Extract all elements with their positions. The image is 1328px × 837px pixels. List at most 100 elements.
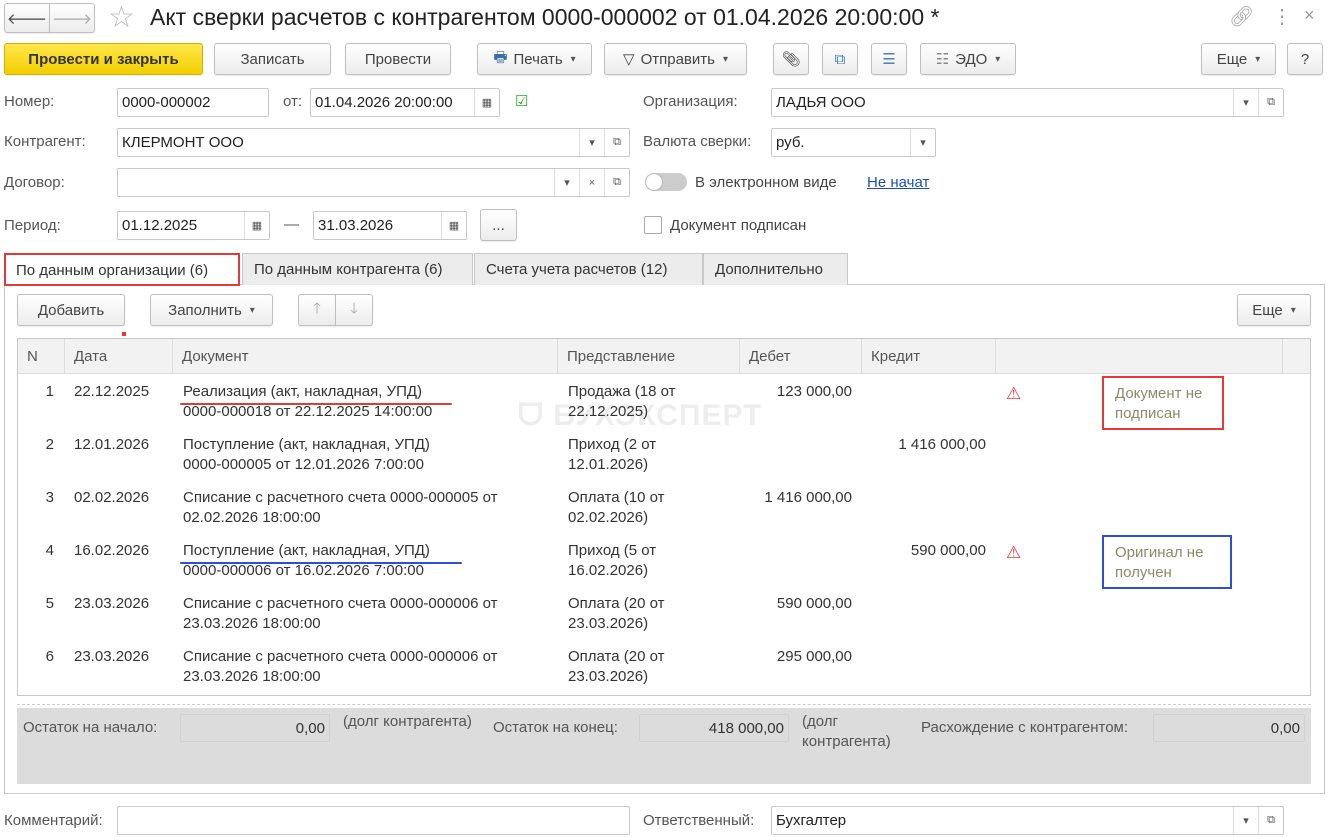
number-label: Номер: [4, 93, 55, 110]
counterparty-value: КЛЕРМОНТ ООО [122, 134, 244, 151]
back-button[interactable]: 🡐 [4, 3, 50, 33]
post-button[interactable]: Провести [345, 43, 451, 75]
row-document[interactable]: Списание с расчетного счета 0000-000006 … [183, 594, 498, 634]
row-document[interactable]: Реализация (акт, накладная, УПД) 0000-000… [183, 382, 432, 422]
open-icon[interactable]: ⧉ [1258, 807, 1283, 834]
period-label: Период: [4, 217, 61, 234]
link-icon[interactable]: 🔗︎ [1229, 4, 1254, 29]
calendar-icon[interactable]: ▦ [244, 212, 269, 239]
edo-icon: ☷ [935, 51, 950, 68]
table-more-button[interactable]: Еще [1237, 294, 1311, 326]
help-button[interactable]: ? [1287, 43, 1323, 75]
contract-field[interactable]: ▾ × ⧉ [117, 168, 630, 197]
tab-organization-data[interactable]: По данным организации (6) [4, 253, 240, 286]
post-and-close-button[interactable]: Провести и закрыть [4, 43, 203, 75]
reconciliation-table[interactable]: N Дата Документ Представление Дебет Кред… [17, 338, 1311, 696]
arrow-down-icon: 🡓 [350, 299, 358, 317]
table-row[interactable]: 3 02.02.2026 Списание с расчетного счета… [18, 482, 1310, 535]
period-select-button[interactable]: ... [480, 209, 517, 241]
table-row[interactable]: 5 23.03.2026 Списание с расчетного счета… [18, 588, 1310, 641]
fill-button[interactable]: Заполнить [150, 294, 273, 326]
arrow-up-icon: 🡑 [313, 299, 321, 317]
underline-mark [180, 562, 462, 564]
open-icon[interactable]: ⧉ [604, 129, 629, 156]
contract-label: Договор: [4, 174, 65, 191]
star-icon[interactable]: ☆ [108, 0, 135, 35]
col-n[interactable]: N [18, 339, 65, 374]
responsible-label: Ответственный: [643, 812, 755, 829]
table-row[interactable]: 2 12.01.2026 Поступление (акт, накладная… [18, 429, 1310, 482]
document-title: Списание с расчетного счета 0000-000005 … [183, 489, 498, 506]
edo-button[interactable]: ☷ ЭДО [920, 43, 1016, 75]
document-number: 23.03.2026 18:00:00 [183, 668, 321, 685]
row-document[interactable]: Поступление (акт, накладная, УПД) 0000-00… [183, 541, 430, 581]
col-document[interactable]: Документ [173, 339, 558, 374]
more-vertical-icon[interactable]: ⋮ [1272, 4, 1292, 29]
dropdown-icon[interactable]: ▾ [910, 129, 935, 156]
row-date: 22.12.2025 [74, 383, 150, 400]
number-field[interactable]: 0000-000002 [117, 88, 269, 117]
end-balance-note: (долг контрагента) [802, 713, 891, 750]
more-button[interactable]: Еще [1201, 43, 1276, 75]
row-representation: Оплата (20 от 23.03.2026) [568, 595, 665, 632]
table-row[interactable]: 6 23.03.2026 Списание с расчетного счета… [18, 641, 1310, 694]
move-up-button[interactable]: 🡑 [298, 294, 336, 326]
organization-field[interactable]: ЛАДЬЯ ООО ▾ ⧉ [771, 88, 1284, 117]
period-from-field[interactable]: 01.12.2025 ▦ [117, 211, 270, 240]
row-date: 23.03.2026 [74, 595, 150, 612]
clear-icon[interactable]: × [579, 169, 604, 196]
open-icon[interactable]: ⧉ [604, 169, 629, 196]
responsible-field[interactable]: Бухгалтер ▾ ⧉ [771, 806, 1284, 835]
counterparty-field[interactable]: КЛЕРМОНТ ООО ▾ ⧉ [117, 128, 630, 157]
period-dash: — [284, 216, 299, 233]
add-button[interactable]: Добавить [17, 294, 125, 326]
end-balance-value: 418 000,00 [639, 714, 789, 742]
col-credit[interactable]: Кредит [862, 339, 996, 374]
date-field[interactable]: 01.04.2026 20:00:00 ▦ [310, 88, 500, 117]
row-debit: 590 000,00 [776, 595, 852, 612]
table-row[interactable]: 4 16.02.2026 Поступление (акт, накладная… [18, 535, 1310, 589]
electronic-status-link[interactable]: Не начат [867, 174, 929, 191]
period-to-field[interactable]: 31.03.2026 ▦ [313, 211, 467, 240]
row-document[interactable]: Списание с расчетного счета 0000-000006 … [183, 647, 498, 687]
row-representation: Продажа (18 от 22.12.2025) [568, 383, 676, 420]
forward-button[interactable]: 🡒 [49, 3, 95, 33]
dropdown-icon[interactable]: ▾ [554, 169, 579, 196]
structure-button[interactable]: ⧉ [822, 43, 858, 75]
table-row[interactable]: 1 22.12.2025 Реализация (акт, накладная,… [18, 376, 1310, 430]
col-debit[interactable]: Дебет [740, 339, 862, 374]
electronic-toggle[interactable] [645, 173, 687, 191]
send-button[interactable]: ▽ Отправить [604, 43, 747, 75]
signed-checkbox[interactable] [644, 216, 662, 234]
tab-counterparty-data[interactable]: По данным контрагента (6) [242, 253, 473, 285]
date-value: 01.04.2026 20:00:00 [315, 94, 453, 111]
save-button[interactable]: Записать [214, 43, 331, 75]
document-number: 0000-000006 от 16.02.2026 7:00:00 [183, 562, 424, 579]
row-date: 02.02.2026 [74, 489, 150, 506]
dropdown-icon[interactable]: ▾ [1233, 807, 1258, 834]
attachment-button[interactable]: 📎︎ [773, 43, 809, 75]
dropdown-icon[interactable]: ▾ [579, 129, 604, 156]
row-date: 23.03.2026 [74, 648, 150, 665]
calendar-icon[interactable]: ▦ [441, 212, 466, 239]
calendar-icon[interactable]: ▦ [474, 89, 499, 116]
window-title: Акт сверки расчетов с контрагентом 0000-… [150, 4, 940, 30]
currency-field[interactable]: руб. ▾ [771, 128, 936, 157]
row-document[interactable]: Поступление (акт, накладная, УПД) 0000-00… [183, 435, 430, 475]
tab-additional[interactable]: Дополнительно [703, 253, 848, 285]
move-down-button[interactable]: 🡓 [335, 294, 373, 326]
row-document[interactable]: Списание с расчетного счета 0000-000005 … [183, 488, 498, 528]
document-number: 23.03.2026 18:00:00 [183, 615, 321, 632]
period-from-value: 01.12.2025 [122, 217, 198, 234]
journal-button[interactable]: ☰ [871, 43, 907, 75]
open-icon[interactable]: ⧉ [1258, 89, 1283, 116]
col-representation[interactable]: Представление [558, 339, 740, 374]
dropdown-icon[interactable]: ▾ [1233, 89, 1258, 116]
print-button[interactable]: 🖶 Печать [477, 43, 592, 75]
comment-field[interactable] [117, 806, 630, 835]
row-representation: Оплата (10 от 02.02.2026) [568, 489, 665, 526]
close-icon[interactable]: × [1304, 5, 1315, 26]
tab-accounts[interactable]: Счета учета расчетов (12) [474, 253, 703, 285]
col-date[interactable]: Дата [65, 339, 173, 374]
row-debit: 1 416 000,00 [764, 489, 852, 506]
